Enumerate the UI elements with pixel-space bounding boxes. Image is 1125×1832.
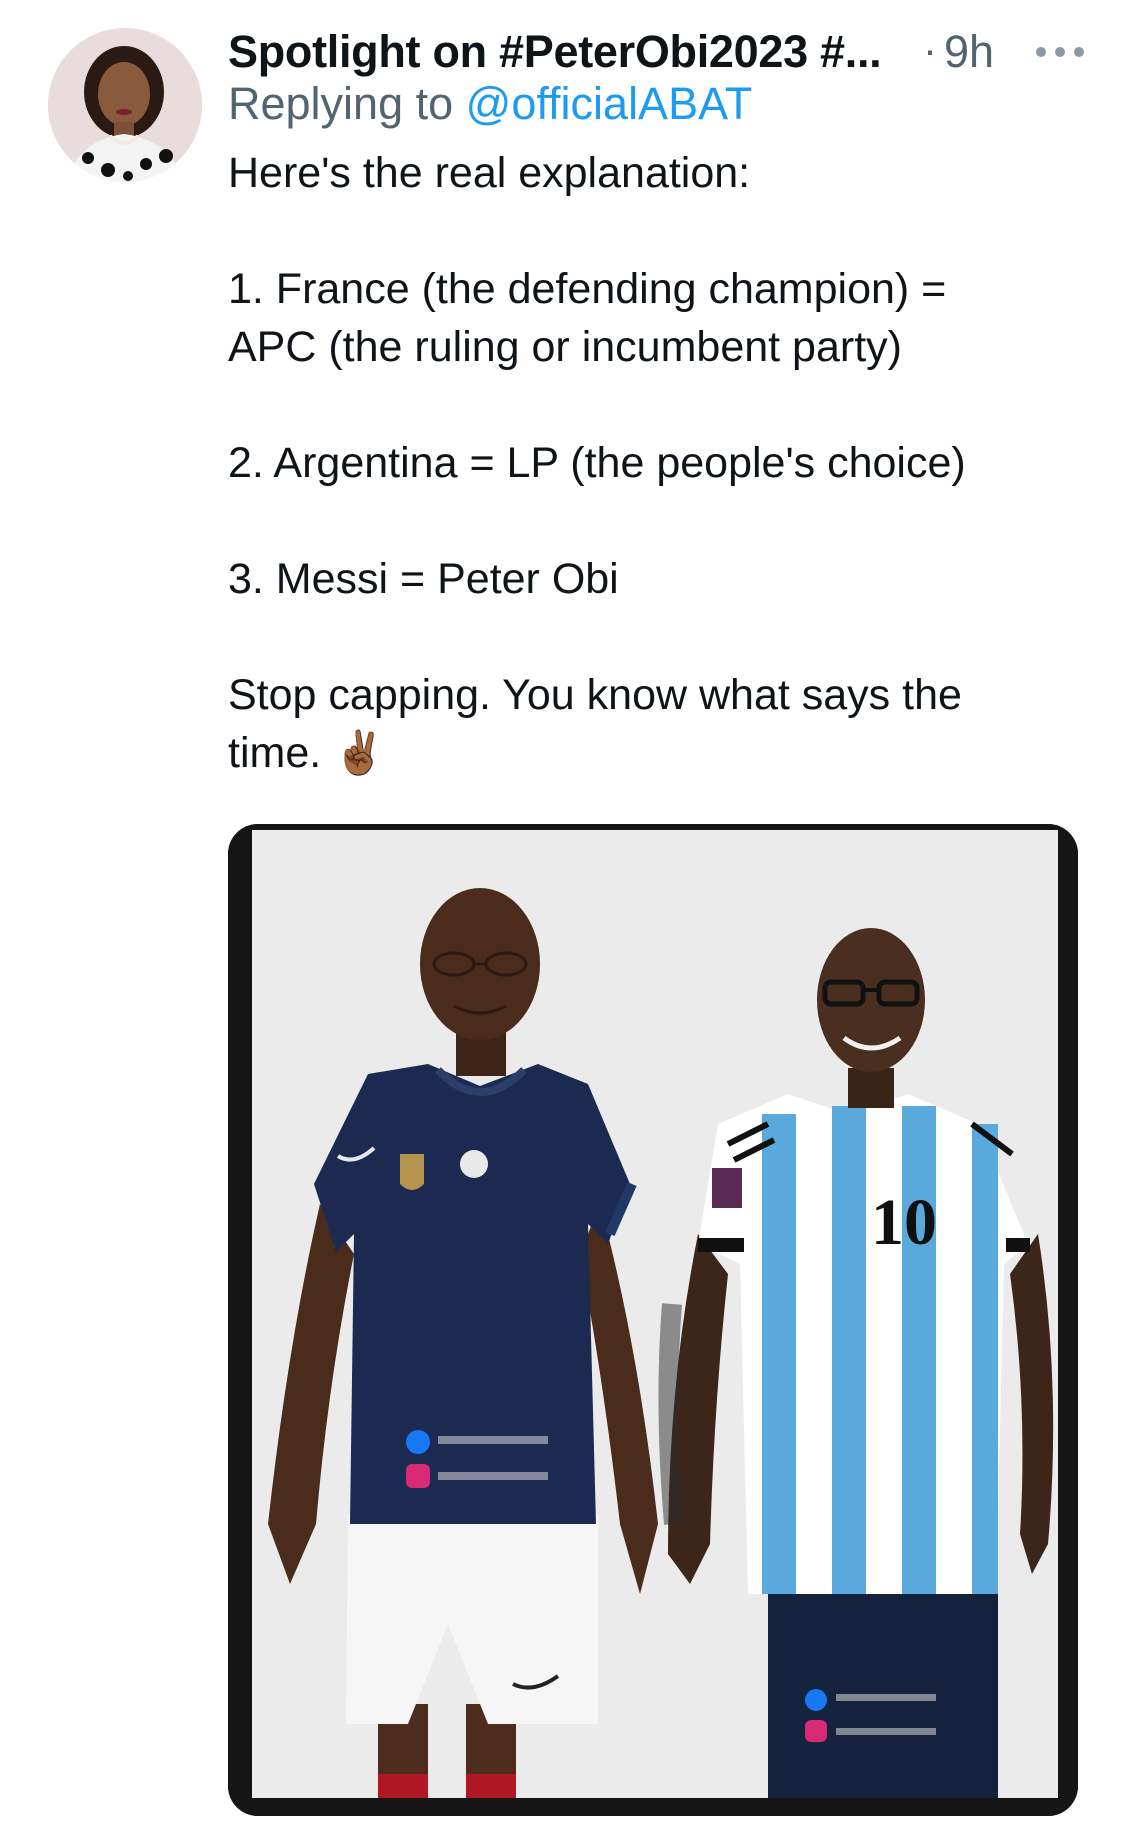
- display-name[interactable]: Spotlight on #PeterObi2023 #...: [228, 26, 882, 78]
- tweet-header: Spotlight on #PeterObi2023 #... · 9h: [228, 20, 1088, 78]
- tweet-media-image[interactable]: 10: [228, 824, 1078, 1816]
- media-illustration: 10: [228, 824, 1078, 1816]
- champion-badge: [400, 1154, 424, 1190]
- tweet-closing-line1: Stop capping. You know what says the: [228, 671, 962, 719]
- header-separator: ·: [923, 26, 937, 73]
- jersey-number: 10: [871, 1186, 937, 1259]
- tweet-point3: 3. Messi = Peter Obi: [228, 555, 619, 603]
- replying-to: Replying to @officialABAT: [228, 78, 1088, 130]
- avatar[interactable]: [48, 28, 202, 182]
- tweet-point2: 2. Argentina = LP (the people's choice): [228, 439, 966, 487]
- replying-to-prefix: Replying to: [228, 78, 466, 129]
- tweet-point1-line2: APC (the ruling or incumbent party): [228, 323, 902, 371]
- instagram-icon: [406, 1464, 430, 1488]
- world-cup-patch: [712, 1168, 742, 1208]
- facebook-icon: [805, 1689, 827, 1711]
- rooster-crest: [460, 1150, 488, 1178]
- replying-to-handle[interactable]: @officialABAT: [466, 78, 753, 129]
- tweet-point1-line1: 1. France (the defending champion) =: [228, 265, 947, 313]
- tweet-intro: Here's the real explanation:: [228, 149, 751, 197]
- right-figure-shorts: [768, 1584, 998, 1798]
- victory-hand-emoji: ✌🏾: [333, 729, 386, 776]
- tweet-closing-text: time.: [228, 729, 322, 777]
- more-horizontal-icon[interactable]: [1034, 42, 1086, 62]
- tweet-text: Here's the real explanation: 1. France (…: [228, 144, 1088, 782]
- tweet-closing-line2: time. ✌🏾: [228, 724, 1088, 782]
- france-jersey: [314, 1064, 630, 1524]
- facebook-icon: [406, 1430, 430, 1454]
- timestamp[interactable]: 9h: [944, 26, 994, 78]
- instagram-icon: [805, 1720, 827, 1742]
- avatar-image: [48, 28, 202, 182]
